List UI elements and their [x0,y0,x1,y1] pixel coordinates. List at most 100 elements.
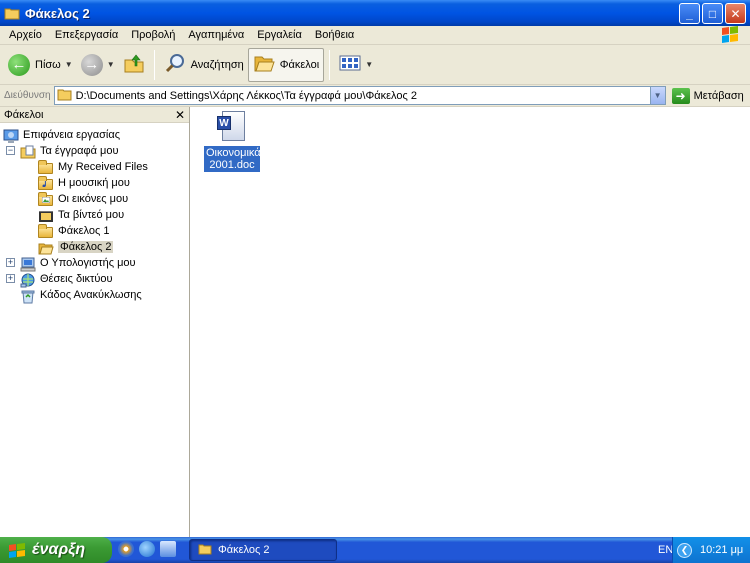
tree-item-folder-1[interactable]: Φάκελος 1 [38,223,109,239]
search-button[interactable]: Αναζήτηση [160,48,248,82]
close-button[interactable]: ✕ [725,3,746,24]
folders-label: Φάκελοι [279,58,320,71]
menu-view[interactable]: Προβολή [125,29,182,41]
start-label: έναρξη [32,541,86,558]
folder-icon [57,88,72,104]
back-label: Πίσω [35,58,61,71]
close-icon[interactable]: ✕ [175,108,185,122]
show-desktop-icon[interactable] [160,541,176,557]
folder-icon [4,6,20,20]
go-arrow-icon: ➜ [671,87,690,104]
windows-logo-icon [718,25,744,45]
video-folder-icon [38,209,54,222]
address-input[interactable]: D:\Documents and Settings\Χάρης Λέκκος\Τ… [53,86,666,105]
pictures-folder-icon [38,191,54,206]
chevron-left-icon[interactable]: ❮ [677,542,692,558]
file-item[interactable]: W Οικονομικά 2001.doc [204,111,261,172]
file-view[interactable]: W Οικονομικά 2001.doc [191,107,750,537]
tree-item-my-videos[interactable]: Τα βίντεό μου [38,207,124,223]
menu-bar: Αρχείο Επεξεργασία Προβολή Αγαπημένα Εργ… [0,26,750,45]
media-player-icon[interactable] [118,541,134,557]
back-arrow-icon: ← [8,53,30,76]
window-title: Φάκελος 2 [25,5,90,21]
tree-item-label: Φάκελος 2 [58,241,114,253]
collapse-icon[interactable]: − [6,146,15,155]
tree-item-label: Φάκελος 1 [58,225,110,237]
chevron-down-icon[interactable]: ▼ [107,60,115,69]
internet-explorer-icon[interactable] [139,541,155,557]
windows-flag-icon [8,542,26,558]
expand-icon[interactable]: + [6,258,15,267]
menu-favorites[interactable]: Αγαπημένα [182,29,251,41]
tree-item-desktop[interactable]: Επιφάνεια εργασίας [3,127,120,143]
taskbar: έναρξη Φάκελος 2 EN ❮ 10:21 μμ [0,537,750,563]
menu-edit[interactable]: Επεξεργασία [49,29,125,41]
desktop-icon [3,129,19,143]
tree-item-label: Τα βίντεό μου [58,209,125,221]
toolbar-separator [153,49,155,80]
language-indicator[interactable]: EN [658,544,673,556]
network-places-icon [20,273,36,287]
folders-pane-header: Φάκελοι ✕ [0,107,189,123]
chevron-down-icon[interactable]: ▼ [65,60,73,69]
tree-item-my-received-files[interactable]: My Received Files [38,159,148,175]
back-button[interactable]: ← Πίσω ▼ [4,48,77,82]
toolbar-separator [329,49,331,80]
tree-item-label: Οι εικόνες μου [58,193,129,205]
go-button[interactable]: ➜ Μετάβαση [671,87,744,104]
tree-item-label: Κάδος Ανακύκλωσης [40,289,142,301]
system-tray: ❮ 10:21 μμ [672,537,750,563]
toolbar: ← Πίσω ▼ → ▼ Αναζήτηση Φάκελοι ▼ [0,45,750,85]
chevron-down-icon[interactable]: ▼ [365,60,373,69]
start-button[interactable]: έναρξη [0,537,112,563]
tree-item-label: My Received Files [58,161,148,173]
search-icon [164,52,186,77]
tree-item-label: Τα έγγραφά μου [40,145,119,157]
tree-item-folder-2[interactable]: Φάκελος 2 [38,239,114,255]
folders-pane: Φάκελοι ✕ Επιφάνεια εργασίας − Τα έγγραφ… [0,107,190,537]
address-path: D:\Documents and Settings\Χάρης Λέκκος\Τ… [75,89,417,102]
chevron-down-icon[interactable]: ▼ [649,87,665,104]
quick-launch [118,541,176,557]
my-computer-icon [20,257,36,271]
tree-item-my-documents[interactable]: − Τα έγγραφά μου [6,143,118,159]
tree-item-label: Η μουσική μου [58,177,130,189]
search-label: Αναζήτηση [190,58,244,71]
folder-open-icon [253,53,275,76]
clock[interactable]: 10:21 μμ [700,544,743,556]
music-folder-icon [38,175,54,190]
tree-item-network-places[interactable]: + Θέσεις δικτύου [6,271,113,287]
folders-button[interactable]: Φάκελοι [247,47,325,82]
tree-item-my-pictures[interactable]: Οι εικόνες μου [38,191,128,207]
file-name: Οικονομικά 2001.doc [204,146,261,172]
forward-arrow-icon: → [80,53,103,76]
recycle-bin-icon [20,289,36,303]
tree-item-my-music[interactable]: Η μουσική μου [38,175,130,191]
word-document-icon: W [217,111,247,143]
tree-item-label: Θέσεις δικτύου [40,273,113,285]
minimize-button[interactable]: _ [679,3,700,24]
address-bar: Διεύθυνση D:\Documents and Settings\Χάρη… [0,85,750,107]
task-label: Φάκελος 2 [218,544,270,556]
menu-tools[interactable]: Εργαλεία [251,29,309,41]
my-documents-icon [20,145,36,158]
maximize-button[interactable]: □ [702,3,723,24]
views-button[interactable]: ▼ [335,48,377,82]
tree-item-recycle-bin[interactable]: Κάδος Ανακύκλωσης [20,287,142,303]
folder-icon [198,543,212,558]
folder-up-icon [123,52,145,77]
menu-help[interactable]: Βοήθεια [309,29,361,41]
title-bar[interactable]: Φάκελος 2 _ □ ✕ [0,0,750,26]
expand-icon[interactable]: + [6,274,15,283]
menu-file[interactable]: Αρχείο [3,29,49,41]
folders-pane-title: Φάκελοι [4,108,44,121]
up-button[interactable] [119,48,149,82]
forward-button[interactable]: → ▼ [77,48,119,82]
taskbar-button-folder-2[interactable]: Φάκελος 2 [189,539,337,561]
views-icon [339,54,361,75]
address-label: Διεύθυνση [4,90,51,101]
folder-icon [38,159,54,174]
tree-item-my-computer[interactable]: + Ο Υπολογιστής μου [6,255,136,271]
go-label: Μετάβαση [693,89,744,102]
tree-item-label: Ο Υπολογιστής μου [40,257,136,269]
